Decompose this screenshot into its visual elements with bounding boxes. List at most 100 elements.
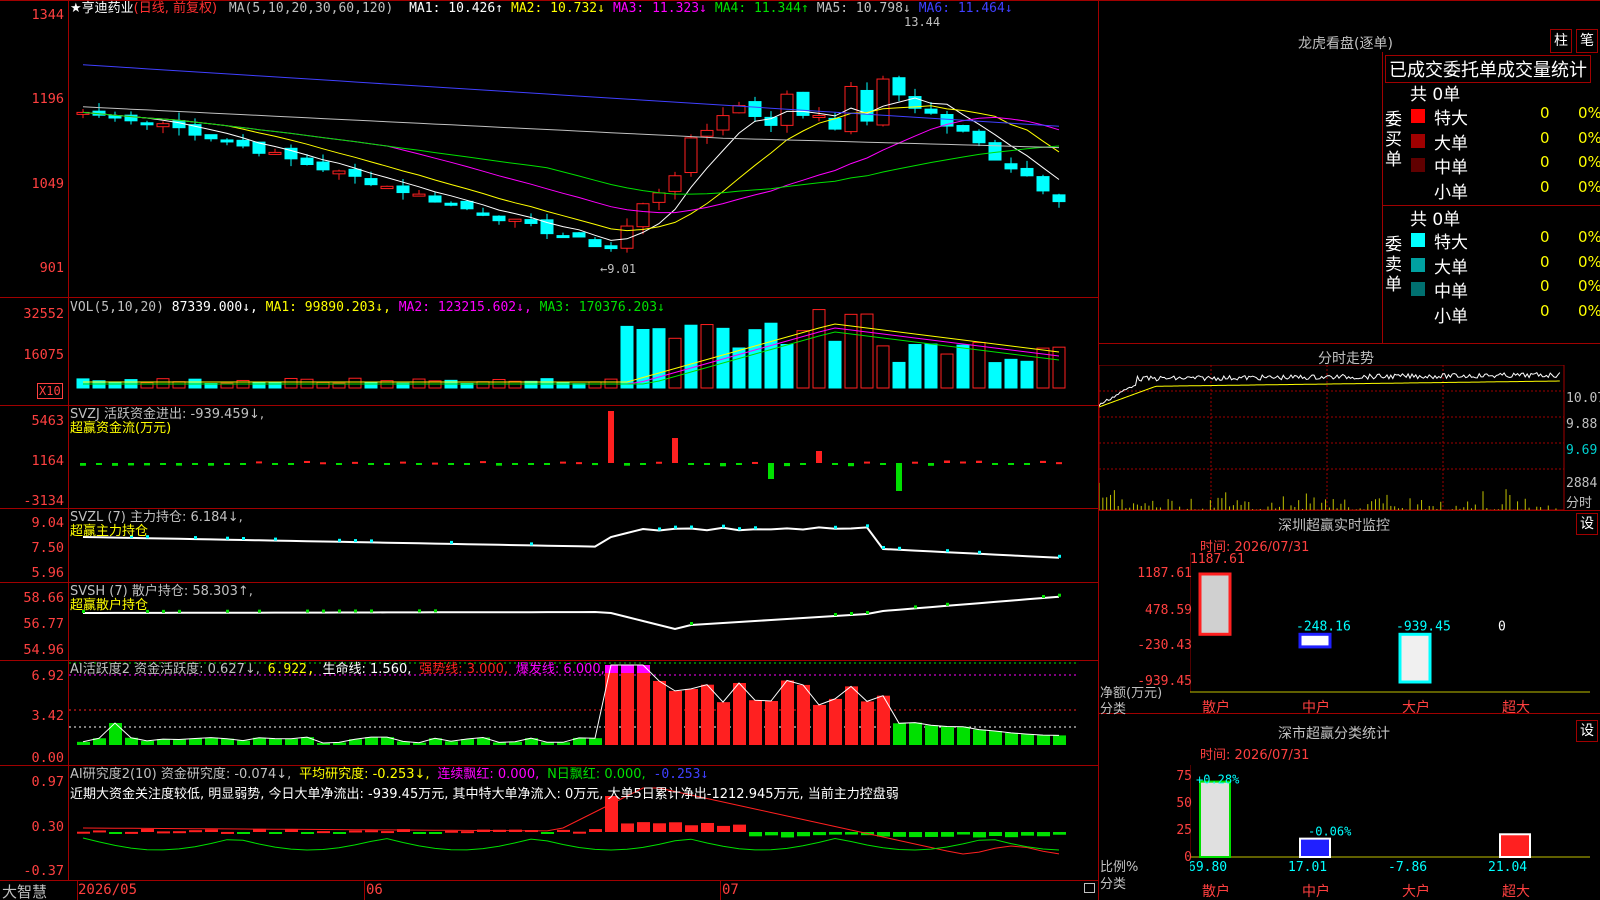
volume-bar xyxy=(636,328,650,389)
research-bar xyxy=(957,832,970,835)
candle xyxy=(316,161,330,171)
holding-marker xyxy=(914,605,917,609)
research-bar xyxy=(301,832,314,834)
classify-axis-4: 0 xyxy=(1184,850,1192,865)
lock-icon[interactable] xyxy=(1084,883,1095,893)
holding-marker xyxy=(434,609,437,613)
intraday-label: 分时 xyxy=(1566,496,1593,511)
ai-research-v5: -0.253↓ xyxy=(653,767,709,782)
classify-category-label: 超大 xyxy=(1502,884,1530,900)
ratio-bar xyxy=(1499,833,1531,859)
classify-time: 时间: 2026/07/31 xyxy=(1200,748,1310,763)
activity-bar xyxy=(973,729,986,745)
research-bar xyxy=(429,832,442,834)
date-ticks xyxy=(77,880,721,900)
monitor-category-label: 中户 xyxy=(1302,700,1330,716)
ratio-value: -7.86 xyxy=(1388,860,1427,875)
ai-research-axis-3: -0.37 xyxy=(23,863,64,879)
ma-values: MA1: 10.426↑ MA2: 10.732↓ MA3: 11.323↓ MA4:… xyxy=(401,1,1013,16)
ai-active-v2: 6.922, xyxy=(267,662,315,677)
ratio-value: 69.80 xyxy=(1190,860,1227,875)
ratio-chart[interactable]: +0.28% 69.80 -0.06% 17.01 -7.86 21.04 xyxy=(1190,765,1590,875)
svzj-header: SVZJ 活跃资金进出: -939.459↓, xyxy=(70,407,264,422)
research-bar xyxy=(989,832,1002,837)
research-bar xyxy=(573,831,586,834)
research-bar xyxy=(925,832,938,837)
flow-bar xyxy=(144,463,150,466)
classify-settings-button[interactable]: 设 xyxy=(1576,720,1598,742)
research-bar xyxy=(653,823,666,832)
svzl-subtitle: 超赢主力持仓 xyxy=(70,524,149,539)
monitor-category-label: 超大 xyxy=(1502,700,1530,716)
volume-bar xyxy=(860,313,874,389)
flow-bar xyxy=(896,463,902,491)
burst-marker xyxy=(621,665,634,673)
activity-bar xyxy=(605,665,618,745)
activity-bar xyxy=(205,737,218,745)
vol-axis-1: 32552 xyxy=(23,306,64,322)
research-bar xyxy=(781,832,794,838)
research-bar xyxy=(637,822,650,832)
ratio-bar xyxy=(1299,837,1331,859)
ma-line-1 xyxy=(82,97,1060,241)
ai-active-axis-1: 6.92 xyxy=(31,668,64,684)
net-amount-bar xyxy=(1198,572,1232,636)
price-axis-2: 1196 xyxy=(31,91,64,107)
ai-research-v2: 平均研究度: -0.253↓, xyxy=(299,767,430,782)
activity-bar xyxy=(813,704,826,745)
svzj-sub: 超赢资金流(万元) xyxy=(70,421,171,436)
ai-research-chart[interactable] xyxy=(69,766,1099,880)
order-size-label: 特大 xyxy=(1434,233,1468,253)
flow-bar xyxy=(96,463,102,465)
volume-bar xyxy=(892,361,906,389)
classify-title: 深市超赢分类统计 xyxy=(1278,726,1390,742)
volume-bar xyxy=(252,381,266,389)
candle xyxy=(684,137,698,174)
flow-bar xyxy=(1056,462,1062,465)
intraday-chart[interactable] xyxy=(1099,365,1569,510)
holding-marker xyxy=(354,609,357,613)
flow-bar xyxy=(176,463,182,466)
svsh-header: SVSH (7) 散户持仓: 58.303↑, xyxy=(70,584,253,599)
vol-axis-2: 16075 xyxy=(23,347,64,363)
ratio-value: 21.04 xyxy=(1488,860,1527,875)
holding-marker xyxy=(898,546,901,550)
ai-active-v3: 生命线: 1.560, xyxy=(322,662,412,677)
research-bar xyxy=(189,830,202,833)
flow-bar xyxy=(416,463,422,465)
bar-mode-button[interactable]: 柱 xyxy=(1550,29,1572,53)
net-amount-chart[interactable]: 1187.61 -248.16 -939.45 0 xyxy=(1190,552,1590,702)
research-bar xyxy=(669,822,682,832)
research-bar xyxy=(621,823,634,832)
sell-total: 共 0单 xyxy=(1410,210,1461,230)
price-axis-3: 1049 xyxy=(31,176,64,192)
svsh-axis-1: 58.66 xyxy=(23,590,64,606)
research-bar xyxy=(157,831,170,834)
monitor-settings-button[interactable]: 设 xyxy=(1576,513,1598,535)
flow-bar xyxy=(1008,463,1014,465)
svzj-title: SVZJ 活跃资金进出: -939.459↓, xyxy=(70,407,265,422)
volume-bar xyxy=(828,340,842,389)
candle xyxy=(860,89,874,122)
holding-marker xyxy=(834,525,837,529)
flow-bar xyxy=(976,460,982,463)
holding-marker xyxy=(530,542,533,546)
buy-orders-label: 委买单 xyxy=(1385,110,1402,170)
candle xyxy=(588,239,602,248)
activity-bar xyxy=(749,700,762,745)
classify-axis-3: 25 xyxy=(1176,823,1192,838)
flow-bar xyxy=(272,463,278,465)
tick-mode-button[interactable]: 笔 xyxy=(1576,29,1598,53)
ratio-bar xyxy=(1199,780,1231,859)
flow-bar xyxy=(224,463,230,465)
ma-label: MA(5,10,20,30,60,120) xyxy=(228,1,394,16)
order-count: 0 xyxy=(1540,301,1550,320)
flow-bar xyxy=(624,463,630,466)
stock-name[interactable]: ★亨迪药业 xyxy=(70,1,134,16)
volume-header: VOL(5,10,20) 87339.000↓, MA1: 99890.203↓… xyxy=(70,300,665,315)
candle xyxy=(1004,163,1018,170)
classify-category-label: 中户 xyxy=(1302,884,1330,900)
candlestick-chart[interactable] xyxy=(69,0,1099,297)
brand-label[interactable]: 大智慧 xyxy=(2,881,47,900)
research-bar xyxy=(893,832,906,837)
